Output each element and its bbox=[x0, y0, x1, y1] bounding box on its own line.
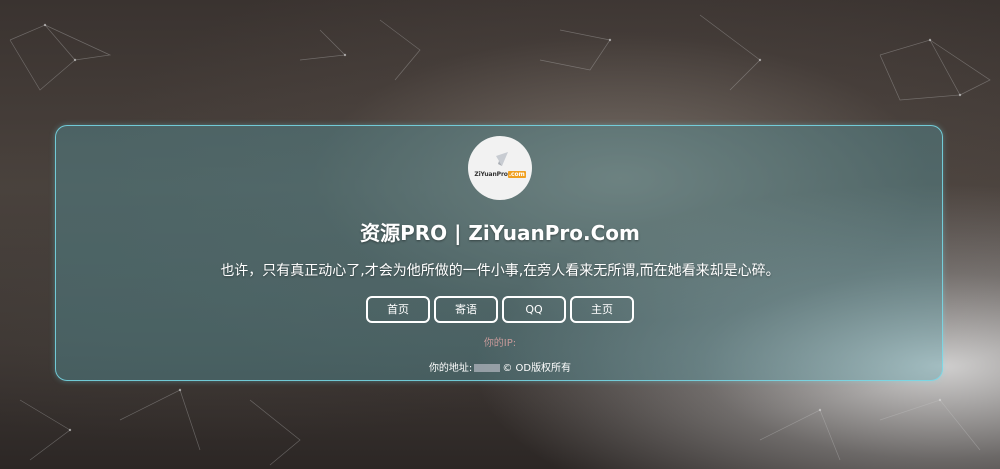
nav-home-button[interactable]: 首页 bbox=[366, 296, 430, 323]
address-info: 你的地址: © OD版权所有 bbox=[0, 359, 1000, 374]
nav-qq-button[interactable]: QQ bbox=[502, 296, 566, 323]
nav-homepage-button[interactable]: 主页 bbox=[570, 296, 634, 323]
page-title: 资源PRO | ZiYuanPro.Com bbox=[360, 221, 640, 245]
ip-label: 你的IP: bbox=[483, 338, 517, 349]
logo-wordmark: ZiYuanPro.com bbox=[468, 171, 532, 178]
logo-brand-text: ZiYuanPro bbox=[474, 171, 508, 178]
ip-info: 你的IP: bbox=[0, 334, 1000, 349]
address-label: 你的地址: bbox=[428, 363, 473, 374]
paper-plane-icon bbox=[496, 152, 508, 166]
address-value-redacted bbox=[474, 364, 501, 372]
copyright-text: © OD版权所有 bbox=[502, 363, 572, 374]
nav-message-button[interactable]: 寄语 bbox=[434, 296, 498, 323]
logo-brand-suffix: .com bbox=[507, 171, 526, 178]
site-logo[interactable]: ZiYuanPro.com bbox=[468, 136, 532, 200]
nav-buttons: 首页 寄语 QQ 主页 bbox=[0, 296, 1000, 323]
motto-text: 也许，只有真正动心了,才会为他所做的一件小事,在旁人看来无所谓,而在她看来却是心… bbox=[220, 263, 780, 279]
